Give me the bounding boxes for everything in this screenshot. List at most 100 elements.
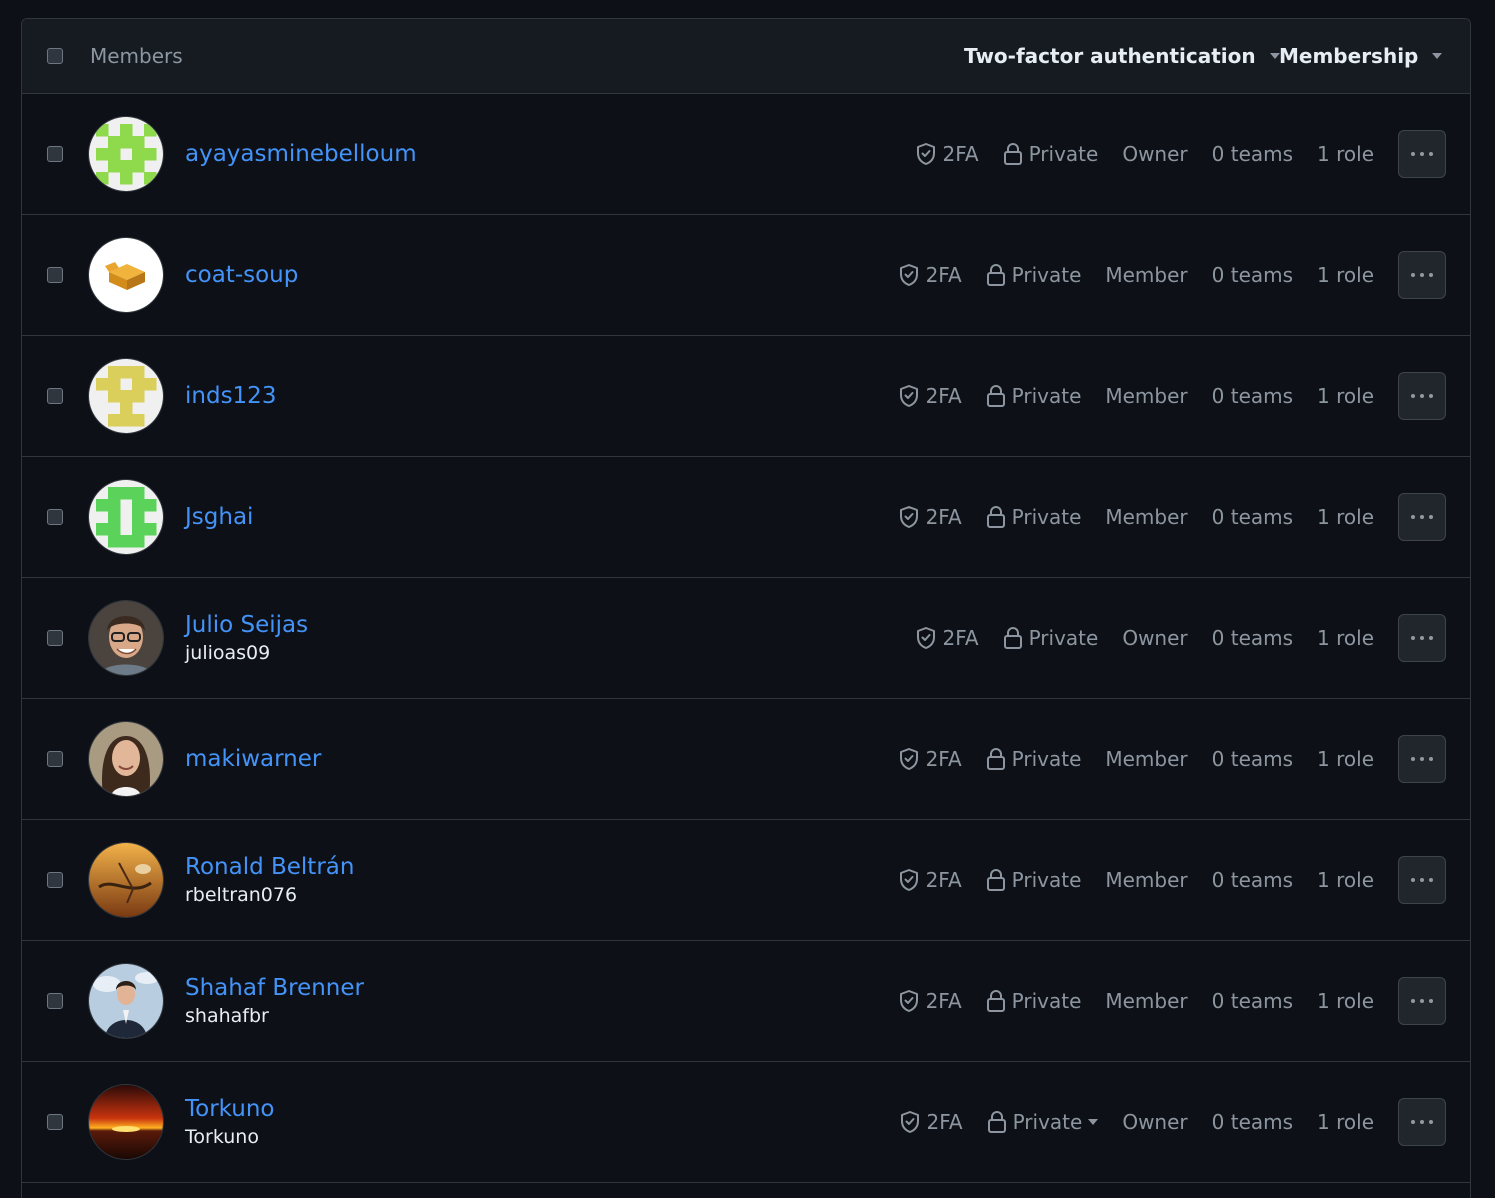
lock-icon [986,506,1005,528]
members-title: Members [90,44,183,68]
member-row: Ronald Beltrán rbeltran076 2FA Private M… [22,820,1470,941]
shield-check-icon [916,143,935,165]
member-name-link[interactable]: coat-soup [185,260,298,290]
visibility-label: Private [1011,505,1082,529]
membership-role: Owner [1122,1110,1188,1134]
kebab-icon [1411,757,1415,761]
kebab-icon-dot [1420,515,1424,519]
role-count: 1 role [1317,868,1374,892]
member-meta: 2FA Private Owner 0 teams 1 role [899,1110,1374,1134]
avatar-photo-man-suit[interactable] [89,964,163,1038]
member-name-link[interactable]: Shahaf Brenner [185,973,364,1003]
lock-icon [986,869,1005,891]
twofa-label: 2FA [925,384,962,408]
role-count: 1 role [1317,384,1374,408]
kebab-icon-dot [1420,273,1424,277]
twofa-status: 2FA [898,505,962,529]
more-options-button[interactable] [1398,1098,1446,1146]
membership-role: Owner [1122,142,1188,166]
member-meta: 2FA Private Owner 0 teams 1 role [915,142,1374,166]
member-checkbox[interactable] [47,751,63,767]
member-row: Torkuno Torkuno 2FA Private Owner 0 team… [22,1062,1470,1183]
role-count: 1 role [1317,1110,1374,1134]
team-count: 0 teams [1211,868,1294,892]
visibility-label: Private [1011,384,1082,408]
member-checkbox[interactable] [47,388,63,404]
more-options-button[interactable] [1398,130,1446,178]
more-options-button[interactable] [1398,493,1446,541]
avatar-identicon-olive[interactable] [89,359,163,433]
shield-check-icon [899,990,918,1012]
kebab-icon-dot [1420,878,1424,882]
team-count: 0 teams [1211,384,1294,408]
team-count: 0 teams [1211,263,1294,287]
kebab-icon-dot [1429,1120,1433,1124]
kebab-icon-dot [1420,999,1424,1003]
more-options-button[interactable] [1398,977,1446,1025]
team-count: 0 teams [1211,626,1294,650]
member-checkbox[interactable] [47,267,63,283]
member-row: Jsghai 2FA Private Member 0 teams 1 role [22,457,1470,578]
member-checkbox[interactable] [47,1114,63,1130]
twofa-label: 2FA [942,142,979,166]
member-name-link[interactable]: Torkuno [185,1094,275,1124]
membership-filter[interactable]: Membership [1279,19,1443,93]
avatar-identicon-green-2[interactable] [89,480,163,554]
member-name-link[interactable]: Ronald Beltrán [185,852,354,882]
role-count: 1 role [1317,747,1374,771]
visibility-dropdown[interactable]: Private [987,1110,1099,1134]
member-name-link[interactable]: makiwarner [185,744,321,774]
twofa-status: 2FA [898,384,962,408]
avatar-photo-sunset[interactable] [89,1085,163,1159]
twofa-label: 2FA [925,505,962,529]
lock-icon [986,264,1005,286]
more-options-button[interactable] [1398,856,1446,904]
select-all-checkbox[interactable] [47,48,63,64]
member-meta: 2FA Private Member 0 teams 1 role [898,384,1374,408]
visibility-status: Private [986,263,1081,287]
member-name-link[interactable]: Julio Seijas [185,610,308,640]
member-checkbox[interactable] [47,146,63,162]
member-name-link[interactable]: Jsghai [185,502,253,532]
more-options-button[interactable] [1398,251,1446,299]
kebab-icon-dot [1429,636,1433,640]
kebab-icon-dot [1420,757,1424,761]
avatar-photo-man-glasses[interactable] [89,601,163,675]
visibility-status: Private [1003,142,1098,166]
member-checkbox[interactable] [47,872,63,888]
more-options-button[interactable] [1398,372,1446,420]
membership-role: Member [1105,263,1188,287]
member-row: Julio Seijas julioas09 2FA Private Owner… [22,578,1470,699]
visibility-label: Private [1011,989,1082,1013]
kebab-icon-dot [1429,152,1433,156]
shield-check-icon [899,506,918,528]
team-count: 0 teams [1211,1110,1294,1134]
visibility-status: Private [1003,626,1098,650]
kebab-icon [1411,394,1415,398]
avatar-photo-surreal-art[interactable] [89,843,163,917]
member-checkbox[interactable] [47,509,63,525]
membership-role: Member [1105,384,1188,408]
member-checkbox[interactable] [47,993,63,1009]
twofa-status: 2FA [898,989,962,1013]
member-username: Torkuno [185,1126,259,1148]
two-factor-filter[interactable]: Two-factor authentication [964,19,1280,93]
team-count: 0 teams [1211,989,1294,1013]
twofa-status: 2FA [898,747,962,771]
kebab-icon-dot [1420,152,1424,156]
members-panel: Members Two-factor authentication Member… [21,18,1471,1198]
avatar-photo-woman[interactable] [89,722,163,796]
kebab-icon-dot [1429,878,1433,882]
shield-check-icon [899,869,918,891]
more-options-button[interactable] [1398,614,1446,662]
member-checkbox[interactable] [47,630,63,646]
role-count: 1 role [1317,989,1374,1013]
avatar-box-icon[interactable] [89,238,163,312]
member-name-link[interactable]: inds123 [185,381,276,411]
avatar-identicon-green[interactable] [89,117,163,191]
member-name-link[interactable]: ayayasminebelloum [185,139,417,169]
more-options-button[interactable] [1398,735,1446,783]
member-meta: 2FA Private Member 0 teams 1 role [898,263,1374,287]
member-username: shahafbr [185,1005,269,1027]
twofa-label: 2FA [925,868,962,892]
